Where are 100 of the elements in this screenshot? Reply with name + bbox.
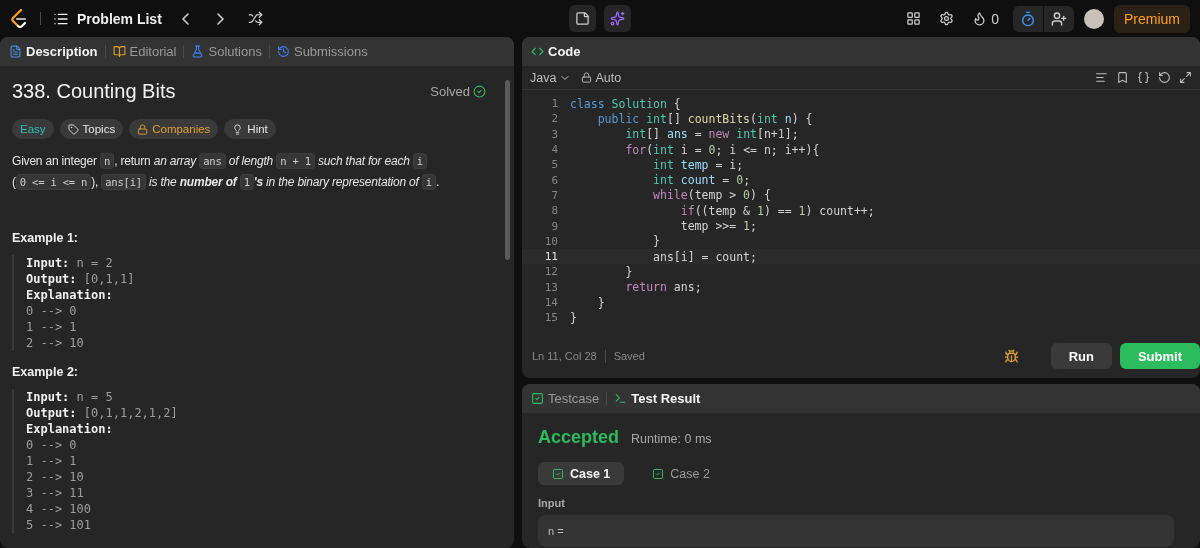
code-line: int count = 0;	[652, 173, 751, 188]
example-title: Example 1:	[12, 231, 79, 245]
example-line: 0 --> 0	[26, 437, 78, 453]
panel-tab[interactable]: Submissions	[273, 44, 371, 59]
input-value: n =	[538, 515, 1174, 547]
code-line: }	[570, 310, 577, 325]
line-number: 7	[550, 188, 558, 202]
book-icon	[112, 45, 126, 58]
line-number: 6	[550, 173, 558, 187]
code-line: temp >>= 1;	[679, 219, 757, 233]
streak-button[interactable]: 0	[968, 6, 1003, 31]
line-number: 8	[550, 204, 558, 218]
history-icon	[276, 45, 290, 58]
tag-chip[interactable]: Easy	[12, 119, 54, 139]
verdict: Accepted	[538, 427, 620, 448]
example-line: 5 --> 101	[26, 517, 93, 533]
expand-icon[interactable]	[1179, 71, 1192, 84]
terminal-icon	[614, 392, 628, 405]
timer-button[interactable]	[1013, 5, 1043, 32]
code-line: }	[652, 234, 660, 249]
panel-tab[interactable]: Test Result	[611, 391, 704, 406]
example-title: Example 2:	[12, 365, 79, 379]
line-number: 13	[543, 280, 558, 294]
line-number: 1	[550, 97, 558, 111]
example-line: Output: [0,1,1]	[26, 271, 136, 287]
line-number: 2	[550, 112, 558, 126]
lock-icon	[137, 123, 149, 135]
invite-button[interactable]	[1044, 5, 1074, 32]
tag-icon	[67, 123, 79, 135]
problem-list-link[interactable]: Problem List	[53, 10, 162, 27]
code-line: if((temp & 1) == 1) count++;	[679, 203, 875, 218]
shuffle-icon	[247, 11, 263, 26]
case-tab[interactable]: Case 2	[638, 462, 724, 485]
scrollbar[interactable]	[505, 80, 510, 260]
example-line: Input: n = 5	[26, 389, 114, 405]
panel-tab[interactable]: Description	[6, 44, 101, 59]
line-number: 3	[550, 127, 558, 141]
code-icon	[531, 45, 544, 58]
lock-icon	[581, 72, 593, 83]
auto-mode-toggle[interactable]: Auto	[581, 70, 622, 85]
lightbulb-icon	[232, 123, 244, 135]
bug-icon[interactable]	[1003, 348, 1019, 364]
input-label: Input	[538, 497, 566, 509]
bookmark-icon[interactable]	[1116, 71, 1129, 84]
note-button[interactable]	[569, 5, 596, 32]
line-number: 15	[543, 311, 558, 325]
case-tab[interactable]: Case 1	[538, 462, 625, 485]
run-button[interactable]: Run	[1050, 343, 1112, 369]
example-line: 3 --> 11	[26, 485, 85, 501]
line-number: 11	[543, 250, 558, 264]
line-number: 14	[543, 296, 558, 309]
flask-icon	[191, 45, 205, 58]
example-line: 4 --> 100	[26, 501, 93, 517]
cursor-position: Ln 11, Col 28	[532, 350, 597, 362]
line-number: 12	[543, 265, 558, 279]
example-line: 2 --> 10	[26, 469, 85, 485]
solved-status: Solved	[430, 84, 486, 99]
chevron-right-icon	[216, 12, 224, 25]
tag-chip[interactable]: Topics	[59, 119, 124, 139]
grid-icon	[906, 11, 922, 26]
code-line: class Solution {	[570, 96, 681, 111]
line-number: 4	[550, 143, 558, 157]
example-line: Explanation:	[26, 287, 114, 303]
example-line: Output: [0,1,1,2,1,2]	[26, 405, 179, 421]
code-line: while(temp > 0) {	[652, 188, 771, 203]
tag-chip[interactable]: Companies	[129, 119, 219, 139]
example-line: 1 --> 1	[26, 319, 78, 335]
code-line: }	[596, 295, 605, 310]
code-line: int[] ans = new int[n+1];	[624, 127, 799, 142]
sparkles-icon	[610, 11, 625, 26]
code-line: int temp = i;	[652, 157, 744, 172]
sparkle-button[interactable]	[604, 5, 631, 32]
panel-tab[interactable]: Code	[528, 44, 584, 59]
problem-title[interactable]: 338. Counting Bits	[12, 80, 176, 103]
panel-tab[interactable]: Testcase	[528, 391, 603, 406]
document-icon	[9, 45, 22, 58]
chevron-left-icon	[181, 12, 189, 25]
checkbox-icon	[531, 392, 544, 405]
save-status: Saved	[613, 350, 645, 362]
example-line: Input: n = 2	[26, 255, 114, 271]
premium-button[interactable]: Premium	[1114, 4, 1190, 33]
problem-description: Given an integer n , return an array ans of length n + 1 such that for each i ( 0 <= i <= n ), ans[i] is the number of 1 's in the binary representation of i .	[12, 152, 441, 192]
format-icon[interactable]	[1095, 71, 1108, 84]
code-line: return ans;	[624, 280, 702, 295]
code-line: public int[] countBits(int n) {	[596, 111, 813, 126]
line-number: 9	[550, 219, 558, 233]
logo[interactable]	[10, 8, 28, 29]
add-user-icon	[1051, 10, 1067, 27]
tag-chip[interactable]: Hint	[224, 119, 276, 139]
panel-tab[interactable]: Solutions	[188, 44, 265, 59]
panel-tab[interactable]: Editorial	[109, 44, 180, 59]
line-number: 10	[543, 234, 558, 248]
avatar[interactable]	[1084, 8, 1104, 29]
braces-icon[interactable]	[1137, 71, 1150, 84]
example-line: 2 --> 10	[26, 335, 85, 351]
settings-icon	[939, 11, 955, 26]
runtime: Runtime: 0 ms	[631, 432, 712, 446]
language-dropdown[interactable]: Java	[530, 70, 572, 85]
reset-icon[interactable]	[1158, 71, 1171, 84]
example-line: Explanation:	[26, 421, 114, 437]
